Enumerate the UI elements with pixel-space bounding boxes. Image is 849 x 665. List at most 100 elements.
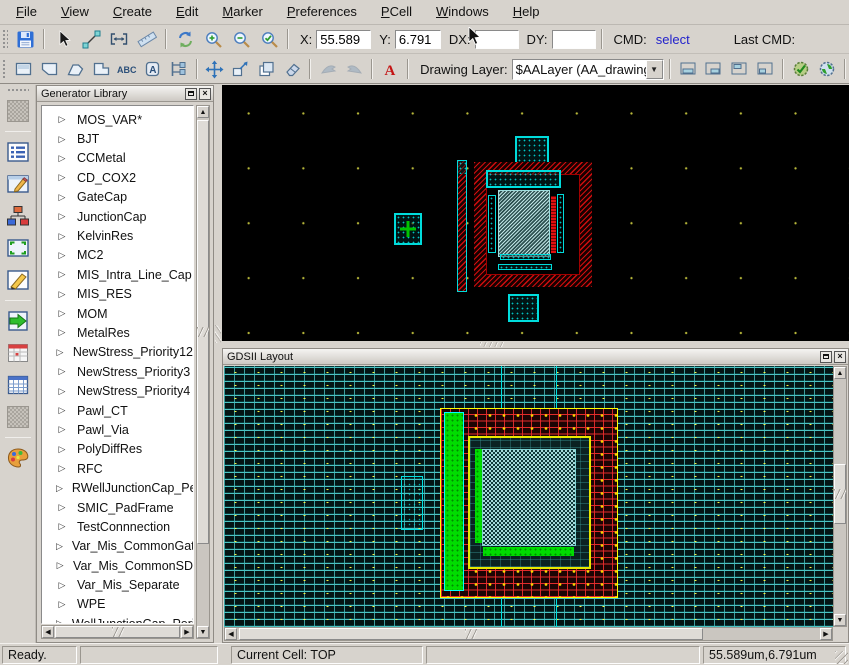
expander-icon[interactable]: ▷ — [56, 580, 68, 591]
dx-input[interactable] — [475, 30, 519, 49]
tree-item[interactable]: ▷MOM — [42, 304, 193, 323]
expander-icon[interactable]: ▷ — [56, 502, 68, 513]
expander-icon[interactable]: ▷ — [56, 560, 64, 571]
grid-table-button[interactable] — [3, 370, 33, 400]
expander-icon[interactable]: ▷ — [56, 405, 68, 416]
hierarchy-button[interactable] — [3, 201, 33, 231]
move-tool-button[interactable] — [203, 57, 227, 81]
edit-window-button[interactable] — [3, 169, 33, 199]
gdsii-titlebar[interactable]: GDSII Layout × — [223, 349, 848, 365]
scroll-right-arrow[interactable]: ▶ — [181, 626, 193, 638]
tree-item[interactable]: ▷Var_Mis_CommonSD — [42, 556, 193, 575]
x-input[interactable] — [316, 30, 371, 49]
corner-rect-tool-button[interactable] — [37, 57, 61, 81]
flip-h-button[interactable] — [316, 57, 340, 81]
stretch-edge-tool-button[interactable] — [106, 27, 132, 51]
expander-icon[interactable]: ▷ — [56, 463, 68, 474]
tree-item[interactable]: ▷MC2 — [42, 246, 193, 265]
cmd-value[interactable]: select — [656, 32, 690, 47]
menu-view[interactable]: View — [49, 1, 101, 23]
generator-tree-vscrollbar[interactable]: ▲ ▼ — [196, 105, 210, 639]
generator-library-titlebar[interactable]: Generator Library × — [37, 86, 213, 102]
tree-item[interactable]: ▷NewStress_Priority4 — [42, 381, 193, 400]
tree-item[interactable]: ▷CCMetal — [42, 149, 193, 168]
expander-icon[interactable]: ▷ — [56, 521, 68, 532]
polygon-tool-button[interactable] — [89, 57, 113, 81]
measure-tool-button[interactable] — [78, 27, 104, 51]
expander-icon[interactable]: ▷ — [56, 114, 68, 125]
expander-icon[interactable]: ▷ — [56, 231, 68, 242]
expander-icon[interactable]: ▷ — [56, 308, 68, 319]
align-right-button[interactable] — [702, 57, 726, 81]
tree-item[interactable]: ▷GateCap — [42, 188, 193, 207]
tree-item[interactable]: ▷Var_Mis_Separate — [42, 575, 193, 594]
zoom-out-button[interactable] — [228, 27, 254, 51]
instance-tool-button[interactable]: A — [141, 57, 165, 81]
tree-item[interactable]: ▷Var_Mis_CommonGate — [42, 537, 193, 556]
expander-icon[interactable]: ▷ — [56, 366, 68, 377]
dy-input[interactable] — [552, 30, 596, 49]
align-left-button[interactable] — [753, 57, 777, 81]
toolbar-drag-handle[interactable] — [1, 58, 7, 80]
drawing-layer-combobox[interactable]: $AALayer (AA_drawing ▼ — [512, 59, 664, 80]
flip-v-button[interactable] — [342, 57, 366, 81]
select-tool-button[interactable] — [50, 27, 76, 51]
expander-icon[interactable]: ▷ — [56, 192, 68, 203]
close-button[interactable]: × — [199, 88, 211, 100]
text-tool-button[interactable]: A — [378, 57, 402, 81]
align-bottom-button[interactable] — [676, 57, 700, 81]
expander-icon[interactable]: ▷ — [56, 347, 64, 358]
hscroll-thumb[interactable] — [55, 626, 180, 638]
chevron-down-icon[interactable]: ▼ — [646, 60, 663, 79]
erase-tool-button[interactable] — [281, 57, 305, 81]
pin-tool-button[interactable] — [167, 57, 191, 81]
expander-icon[interactable]: ▷ — [56, 289, 68, 300]
menu-pcell[interactable]: PCell — [369, 1, 424, 23]
copy-tool-button[interactable] — [255, 57, 279, 81]
rect-tool-button[interactable] — [11, 57, 35, 81]
expander-icon[interactable]: ▷ — [56, 172, 68, 183]
label-tool-button[interactable]: ABC — [115, 57, 139, 81]
expander-icon[interactable]: ▷ — [56, 618, 63, 624]
path-tool-button[interactable] — [63, 57, 87, 81]
toolbar-drag-handle[interactable] — [1, 28, 8, 50]
vertical-splitter[interactable] — [214, 85, 222, 643]
refresh-button[interactable] — [172, 27, 198, 51]
restore-button[interactable] — [185, 88, 197, 100]
expander-icon[interactable]: ▷ — [56, 541, 63, 552]
expander-icon[interactable]: ▷ — [56, 424, 68, 435]
hscroll-thumb[interactable] — [239, 628, 703, 640]
settings-gear-button[interactable] — [815, 57, 839, 81]
expander-icon[interactable]: ▷ — [56, 211, 68, 222]
tree-item[interactable]: ▷MIS_RES — [42, 285, 193, 304]
scroll-up-arrow[interactable]: ▲ — [197, 106, 209, 118]
tree-item[interactable]: ▷PolyDiffRes — [42, 440, 193, 459]
tree-item[interactable]: ▷NewStress_Priority3 — [42, 362, 193, 381]
library-disabled-button[interactable] — [3, 96, 33, 126]
y-input[interactable] — [395, 30, 441, 49]
scroll-left-arrow[interactable]: ◀ — [42, 626, 54, 638]
layout-canvas[interactable] — [222, 85, 849, 341]
property-list-button[interactable] — [3, 137, 33, 167]
align-top-button[interactable] — [727, 57, 751, 81]
tree-item[interactable]: ▷KelvinRes — [42, 226, 193, 245]
ruler-tool-button[interactable] — [134, 27, 160, 51]
draw-pencil-button[interactable] — [3, 265, 33, 295]
menu-create[interactable]: Create — [101, 1, 164, 23]
vscroll-thumb[interactable] — [834, 464, 846, 524]
scroll-right-arrow[interactable]: ▶ — [820, 628, 832, 640]
tree-item[interactable]: ▷WellJunctionCap_Peri — [42, 614, 193, 624]
menu-file[interactable]: File — [4, 1, 49, 23]
tree-item[interactable]: ▷BJT — [42, 129, 193, 148]
expander-icon[interactable]: ▷ — [56, 483, 63, 494]
stretch-tool-button[interactable] — [229, 57, 253, 81]
menu-edit[interactable]: Edit — [164, 1, 210, 23]
tree-item[interactable]: ▷MIS_Intra_Line_Cap — [42, 265, 193, 284]
expander-icon[interactable]: ▷ — [56, 134, 68, 145]
tree-item[interactable]: ▷Pawl_CT — [42, 401, 193, 420]
expander-icon[interactable]: ▷ — [56, 250, 68, 261]
tree-item[interactable]: ▷MetalRes — [42, 323, 193, 342]
window-resize-grip[interactable] — [835, 651, 848, 664]
vscroll-thumb[interactable] — [197, 120, 209, 544]
generator-tree-hscrollbar[interactable]: ◀ ▶ — [41, 625, 194, 639]
